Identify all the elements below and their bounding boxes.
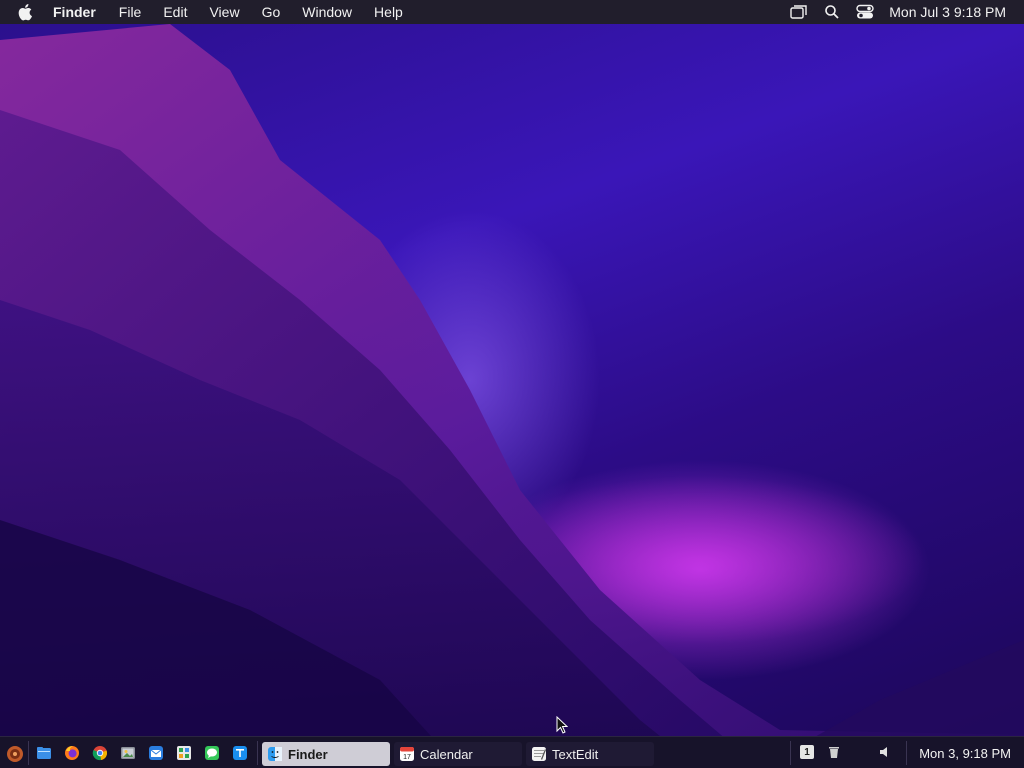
textedit-icon <box>532 747 546 761</box>
menu-view[interactable]: View <box>209 4 239 20</box>
taskbar-separator <box>28 741 29 765</box>
calendar-icon: 17 <box>400 747 414 761</box>
desktop: Finder File Edit View Go Window Help Mon… <box>0 0 1024 768</box>
firefox-icon[interactable] <box>64 745 80 761</box>
menu-help[interactable]: Help <box>374 4 403 20</box>
mouse-cursor-icon <box>556 716 568 734</box>
spreadsheet-icon[interactable] <box>176 745 192 761</box>
text-editor-icon[interactable] <box>232 745 248 761</box>
task-label: Calendar <box>420 746 473 762</box>
bottom-taskbar: Finder 17 Calendar TextEdit 1 Mon 3, 9:1… <box>0 736 1024 768</box>
menubar-status-area: Mon Jul 3 9:18 PM <box>776 0 1006 24</box>
app-launcher-icon[interactable] <box>6 745 24 763</box>
screen-mirroring-icon[interactable] <box>789 3 809 21</box>
control-center-icon[interactable] <box>855 3 875 21</box>
svg-text:17: 17 <box>403 754 411 761</box>
taskbar-separator <box>790 741 791 765</box>
trash-icon[interactable] <box>828 745 842 759</box>
chrome-icon[interactable] <box>92 745 108 761</box>
task-textedit[interactable]: TextEdit <box>526 742 654 766</box>
task-label: Finder <box>288 746 328 762</box>
task-calendar[interactable]: 17 Calendar <box>394 742 522 766</box>
menu-window[interactable]: Window <box>302 4 352 20</box>
top-menu-bar: Finder File Edit View Go Window Help Mon… <box>0 0 1024 24</box>
system-tray: 1 <box>800 745 893 759</box>
mail-icon[interactable] <box>148 745 164 761</box>
menubar-clock[interactable]: Mon Jul 3 9:18 PM <box>889 4 1006 20</box>
menu-app-name[interactable]: Finder <box>53 4 96 20</box>
task-label: TextEdit <box>552 746 599 762</box>
files-icon[interactable] <box>36 745 52 761</box>
menu-edit[interactable]: Edit <box>163 4 187 20</box>
taskbar-clock[interactable]: Mon 3, 9:18 PM <box>919 737 1011 768</box>
quick-launch-bar <box>36 745 260 761</box>
menu-file[interactable]: File <box>119 4 142 20</box>
taskbar-separator <box>906 741 907 765</box>
apple-logo-icon[interactable] <box>17 3 35 21</box>
messages-icon[interactable] <box>204 745 220 761</box>
workspace-switcher[interactable]: 1 <box>800 745 814 759</box>
search-icon[interactable] <box>822 3 842 21</box>
menu-go[interactable]: Go <box>262 4 281 20</box>
finder-icon <box>268 747 282 761</box>
taskbar-separator <box>257 741 258 765</box>
image-viewer-icon[interactable] <box>120 745 136 761</box>
task-finder[interactable]: Finder <box>262 742 390 766</box>
volume-icon[interactable] <box>879 745 893 759</box>
desktop-wallpaper <box>0 24 1024 768</box>
